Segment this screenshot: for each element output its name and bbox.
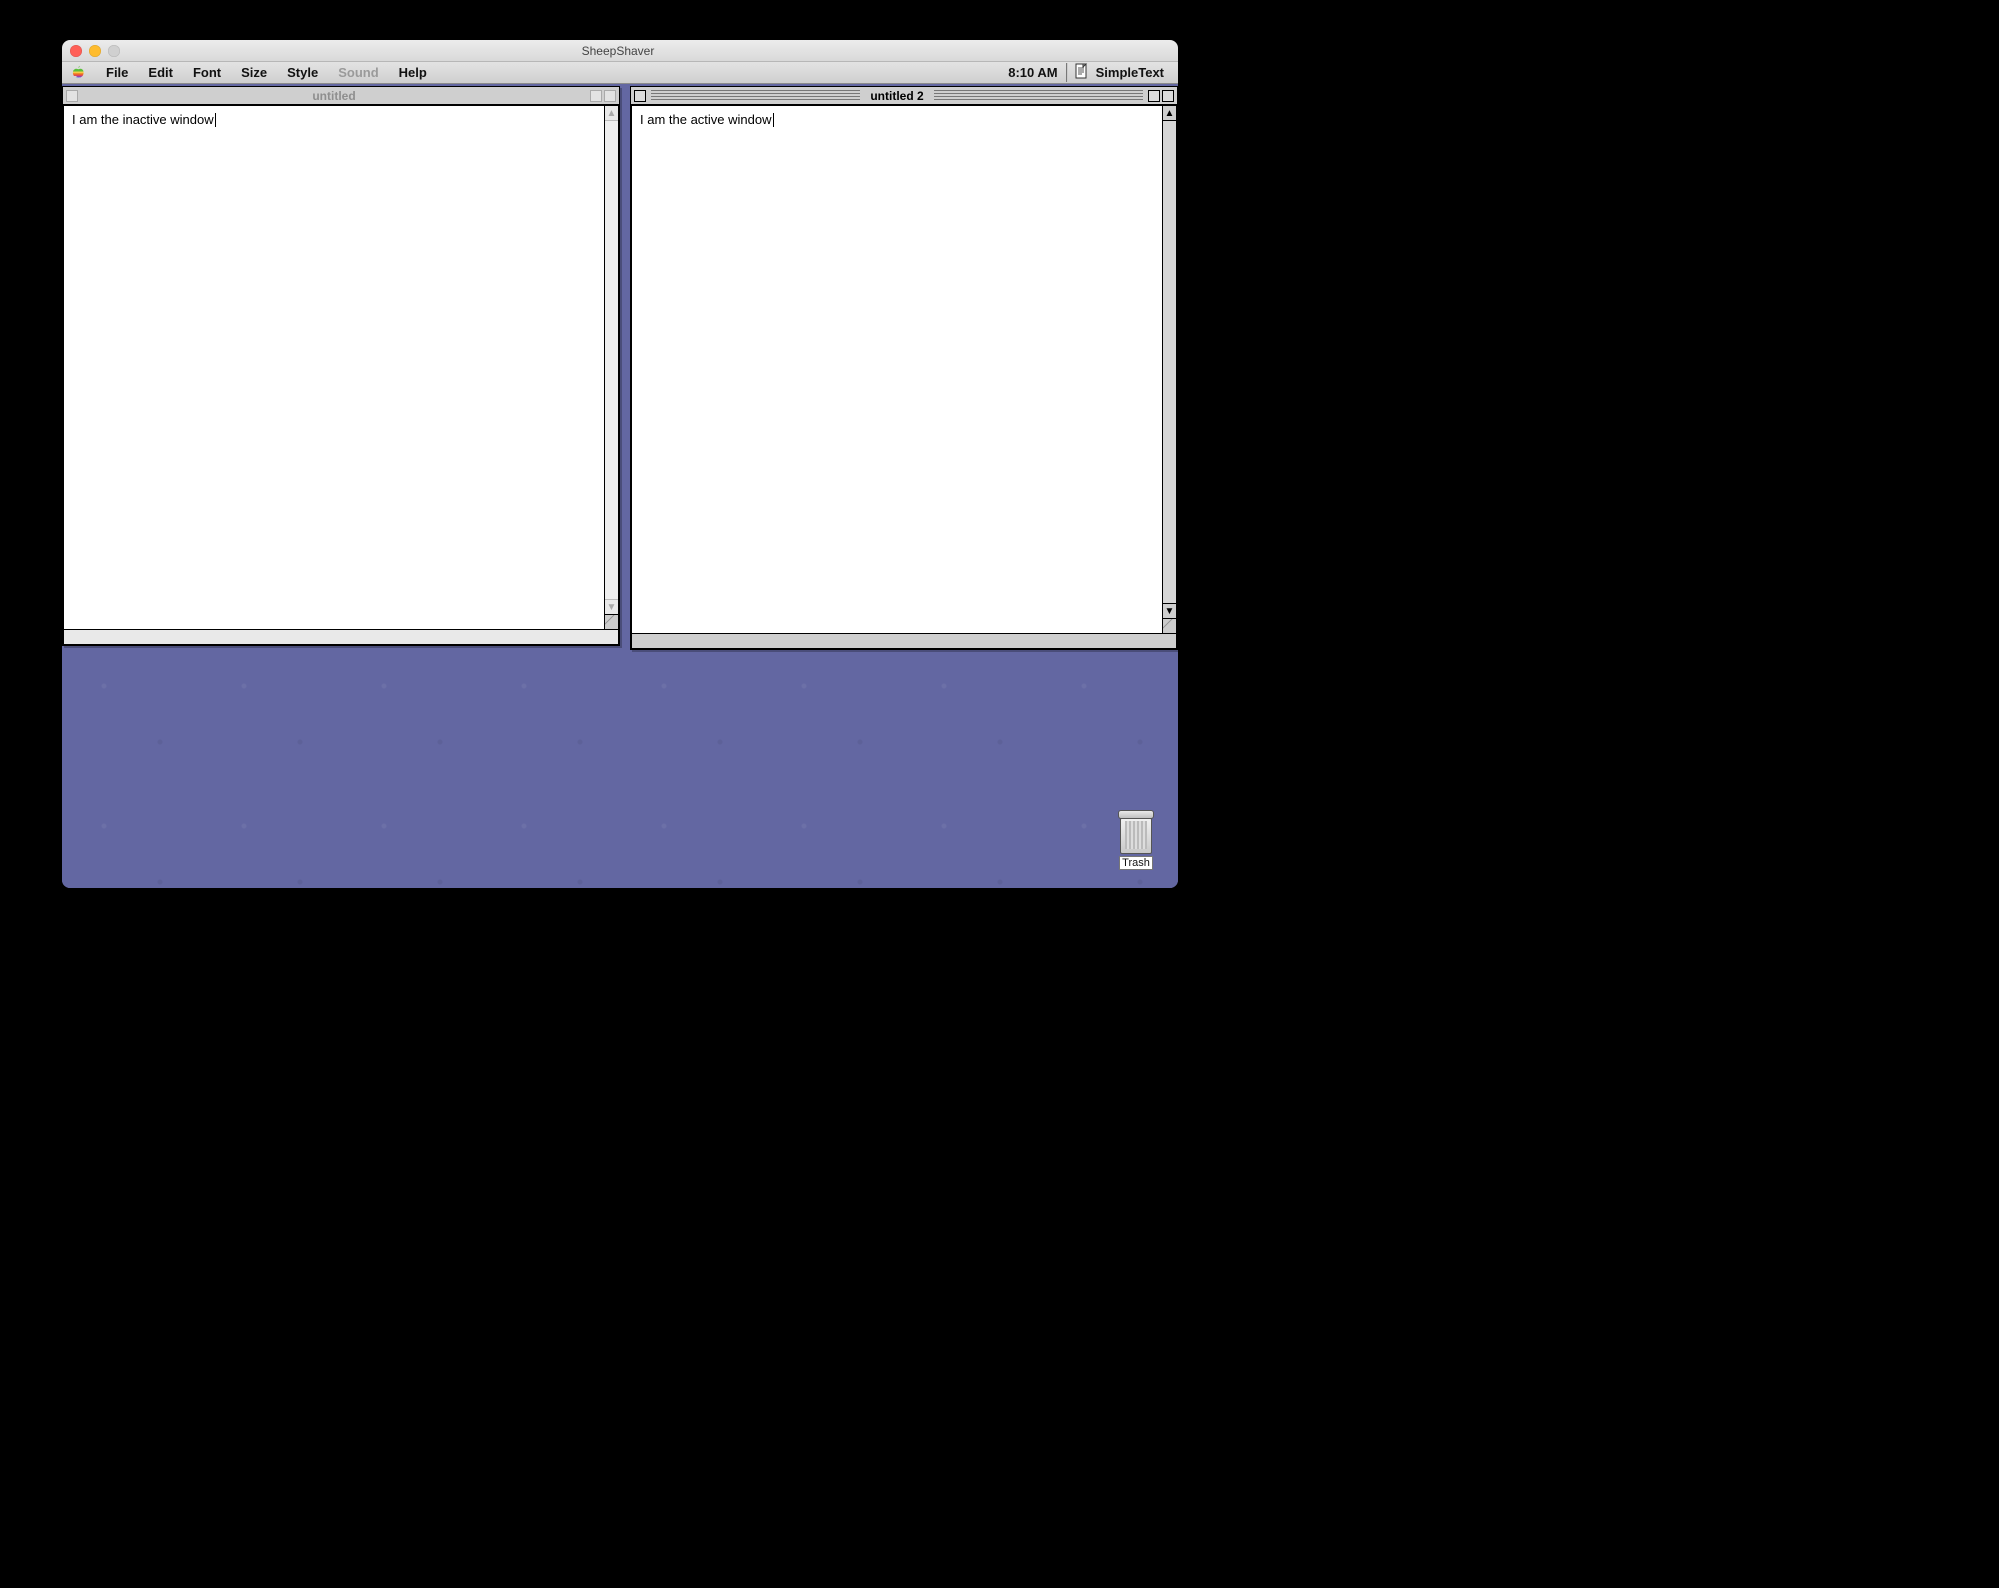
text-caret xyxy=(773,113,774,127)
collapse-box[interactable] xyxy=(604,90,616,102)
close-box[interactable] xyxy=(66,90,78,102)
simpletext-icon xyxy=(1074,63,1090,82)
scroll-track[interactable] xyxy=(1163,121,1176,603)
text-caret xyxy=(215,113,216,127)
apple-menu-icon[interactable] xyxy=(70,65,86,81)
window-title: untitled 2 xyxy=(864,89,929,103)
close-box[interactable] xyxy=(634,90,646,102)
horizontal-scrollbar[interactable] xyxy=(63,630,619,645)
menu-file[interactable]: File xyxy=(96,65,138,80)
vertical-scrollbar[interactable]: ▲ ▼ xyxy=(1162,105,1177,634)
application-menu[interactable]: SimpleText xyxy=(1066,63,1170,82)
zoom-box[interactable] xyxy=(590,90,602,102)
zoom-box[interactable] xyxy=(1148,90,1160,102)
grow-box[interactable] xyxy=(605,614,618,629)
scroll-up-arrow-icon[interactable]: ▲ xyxy=(605,106,618,121)
host-titlebar[interactable]: SheepShaver xyxy=(62,40,1178,62)
host-title: SheepShaver xyxy=(120,44,1116,58)
menu-style[interactable]: Style xyxy=(277,65,328,80)
menubar-clock[interactable]: 8:10 AM xyxy=(1008,65,1065,80)
application-menu-label: SimpleText xyxy=(1096,65,1164,80)
document-text: I am the inactive window xyxy=(72,112,214,127)
trash-icon xyxy=(1120,816,1152,854)
window-titlebar-inactive[interactable]: untitled xyxy=(63,87,619,105)
text-content[interactable]: I am the inactive window xyxy=(63,105,604,630)
host-window: SheepShaver File Edit Font Size Style So… xyxy=(62,40,1178,888)
traffic-lights xyxy=(70,45,120,57)
menu-size[interactable]: Size xyxy=(231,65,277,80)
window-titlebar-active[interactable]: untitled 2 xyxy=(631,87,1177,105)
scroll-track[interactable] xyxy=(605,121,618,599)
titlebar-drag-region[interactable] xyxy=(651,90,860,102)
collapse-box[interactable] xyxy=(1162,90,1174,102)
titlebar-drag-region[interactable] xyxy=(934,90,1143,102)
document-text: I am the active window xyxy=(640,112,772,127)
host-zoom-button[interactable] xyxy=(108,45,120,57)
host-minimize-button[interactable] xyxy=(89,45,101,57)
scroll-down-arrow-icon[interactable]: ▼ xyxy=(605,599,618,614)
scroll-down-arrow-icon[interactable]: ▼ xyxy=(1163,603,1176,618)
menu-edit[interactable]: Edit xyxy=(138,65,183,80)
menu-help[interactable]: Help xyxy=(389,65,437,80)
trash-label: Trash xyxy=(1119,856,1153,870)
text-content[interactable]: I am the active window xyxy=(631,105,1162,634)
window-title: untitled xyxy=(306,89,361,103)
vertical-scrollbar[interactable]: ▲ ▼ xyxy=(604,105,619,630)
scroll-up-arrow-icon[interactable]: ▲ xyxy=(1163,106,1176,121)
grow-box[interactable] xyxy=(1163,618,1176,633)
emulated-desktop: File Edit Font Size Style Sound Help 8:1… xyxy=(62,62,1178,888)
titlebar-drag-region[interactable] xyxy=(83,90,302,102)
window-untitled-2[interactable]: untitled 2 I am the active window ▲ ▼ xyxy=(630,86,1178,650)
menu-font[interactable]: Font xyxy=(183,65,231,80)
window-untitled[interactable]: untitled I am the inactive window ▲ ▼ xyxy=(62,86,620,646)
titlebar-drag-region[interactable] xyxy=(366,90,585,102)
host-close-button[interactable] xyxy=(70,45,82,57)
menubar: File Edit Font Size Style Sound Help 8:1… xyxy=(62,62,1178,84)
horizontal-scrollbar[interactable] xyxy=(631,634,1177,649)
menu-sound: Sound xyxy=(328,65,388,80)
trash[interactable]: Trash xyxy=(1112,816,1160,870)
